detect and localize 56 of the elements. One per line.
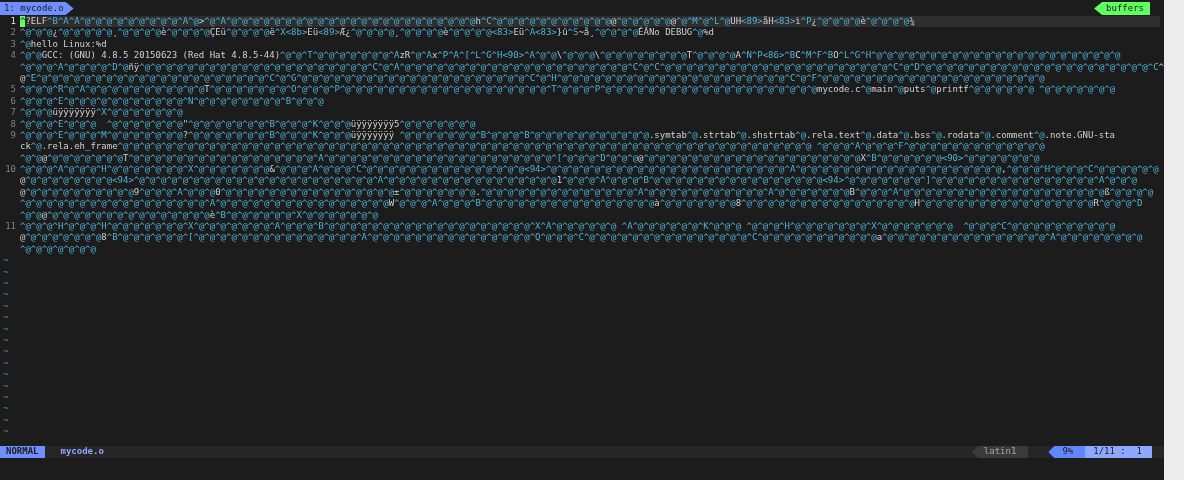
line-number: 6: [9, 95, 17, 108]
empty-line-marker: ~: [2, 403, 9, 415]
text-cursor: ^: [20, 16, 26, 28]
file-name: mycode.o: [60, 446, 104, 458]
empty-line-marker: ~: [2, 426, 9, 438]
code-line: ^@^@GCC: (GNU) 4.8.5 20150623 (Red Hat 4.8.5-44)^@^@^T^@^@^@^@^@^@^@^AzR^@^Ax^P^A^[^L^G^H<90>^A^@^@\^@^@^@\^@^@^@^@^@^@^@^@T^@^@^@^@A^N^P<86>^BC^M^F^BO^L^G^H^@^@^@^@^@^@^@^@^@^@^@^@^@^@^@^@^@^@^@^@^@^@^@: [20, 50, 1121, 62]
cursor-position: 1/11 : 1: [1085, 446, 1152, 458]
code-line: ^@^@^@üÿÿÿÿÿÿÿ^X^@^@^@^@^@^@^@: [20, 107, 183, 119]
empty-line-marker: ~: [2, 334, 9, 347]
line-number: 10: [4, 164, 17, 176]
scroll-percent: 9%: [1048, 446, 1086, 458]
code-line: ^@^@^@^R^@^A^@^@^@^@^@^@^@^@^@^@^@T^@^@^@^@^@^@^@^O^@^@^@^P^@^@^@^@^@^@^@^@^@^@^@^@^@^@^@^@^@^@^@^T^@^@^@^P^@^@^@^@^@^@^@^@^@^@^@^@^@^@^@^@^@^@^@^@mycode.c^@main^@puts^@printf^@^@^@^@^@^@ ^@^@^@^@^@^@^@: [20, 84, 1116, 96]
empty-line-marker: ~: [2, 300, 9, 313]
empty-line-marker: ~: [2, 380, 9, 392]
tab[interactable]: 1: mycode.o: [0, 2, 74, 15]
code-line: ^@^@^@^E^@^@^@^M^@^@^@^@^@^@^@?^@^@^@^@^@^@^@^B^@^@^@^K^@^@^@üÿÿÿÿÿÿÿ ^@^@^@^@^@^@^@^B^@^@^@^B^@^@^@^@^@^@^@^@^@^@^@.symtab^@.strtab^@.shstrtab^@.rela.text^@.data^@.bss^@.rodata^@.comment^@.note.GNU-sta: [20, 129, 1116, 142]
code-line: ^@hello Linux:%d: [20, 38, 107, 51]
code-line: ^@^@^@¿^@^@^@^@^@¸^@^@^@^@è^@^@^@^@ÇEü^@^@^@^@ë^X<8b>Eü<89>Æ¿^@^@^@^@¸^@^@^@^@è^@^@^@^@<83>Eü^A<83>}û^S~å¸^@^@^@^@ÉÃNo DEBUG^@%d: [20, 27, 714, 39]
empty-line-marker: ~: [2, 255, 9, 267]
code-line: ^@^@^@^A^@^@^@^H^@^@^@^@^@^@^@^X^@^@^@^@^@^@^@&^@^@^@^A^@^@^@^C^@^@^@^@^@^@^@^@^@^@^@^@^@^@^@<94>^@^@^@^@^@^@^@^@^@^@^@^@^@^@^@^@^@^@^@^@^@^@^A^@^@^@^@^@^@^@^@^@^@^@^@^@^@^@^@^@^@^@,^@^@^@^H^@^@^@^C^@^@^@^@^@^@: [20, 164, 1159, 176]
empty-line-marker: ~: [2, 414, 9, 427]
empty-line-marker: ~: [2, 312, 9, 324]
empty-line-marker: ~: [2, 266, 9, 278]
line-number: 1: [9, 16, 17, 28]
code-line: @^E^@^@^@^@^@^@^@^@^@^@^@^@^@^@^@^@^@^@^@^@^@^C^@^G^@^@^@^@^@^@^@^@^@^@^@^@^@^@^@^@^@^@^@^@^@^C^@^H^@^@^@^@^@^@^@^@^@^@^@^@^@^@^@^@^@^@^@^@^@^C^@^F^@^@^@^@^@^@^@^@^@^@^@^@^@^@^@^@^@^@^@^@^@: [20, 72, 1045, 85]
line-number: 7: [9, 107, 17, 119]
line-number: 4: [9, 50, 17, 62]
line-number: 3: [9, 38, 17, 51]
code-line: ?ELF^B^A^A^@^@^@^@^@^@^@^@^@^A^@>^@^A^@^@^@^@^@^@^@^@^@^@^@^@^@^@^@^@^@^@^@^@^@^@^@h^C^@^@^@^@^@^@^@^@^@^@^@@^@^@^@^@^@@^@^M^@^L^@UH<89>åH<83>ì^P¿^@^@^@^@è^@^@^@^@¾: [25, 16, 915, 27]
empty-line-marker: ~: [2, 391, 9, 404]
empty-line-marker: ~: [2, 323, 9, 335]
code-line: ^@^@@^@^@^@^@^@^@^@^@^@^@^@^@^@^@^@è^B^@^@^@^@^@^@^X^@^@^@^@^@^@^@: [20, 209, 378, 222]
file-encoding: latin1: [971, 446, 1029, 458]
code-line: @^@^@^@^@^@^@^@^@^@^@9^@^@^@^A^@^@^@0^@^@^@^@^@^@^@^@^@^@^@^@^@^@^@^@±^@^@^@^@^@^@^@.^@^@^@^@^@^@^@^@^@^@^@^@^@^@^A^@^@^@^@^@^@^@^@^@^@^@^A^@^@^@^@^@^@^@B^@^@^@^A^@^@^@^@^@^@^@^@^@^@^@^@^@^@^@^@^@^@^@ß^@^@^@^@: [20, 186, 1154, 199]
code-line: @^@^@^@^@^@^@^@8^B^@^@^@^@^@^@^[^@^@^@^@^@^@^@^@^@^@^@^@^@^@^@^A^@^@^@^@^@^@^@^@^@^@^@^@^@^@^@^Q^@^@^@^C^@^@^@^@^@^@^@^@^@^@^@^@^@^@^@^C^@^@^@^@^@^@^@^@^@^@^@a^@^@^@^@^@^@^@^@^@^@^@^@^@^@^@^A^@^@^@^@^@^@^@^@: [20, 232, 1143, 244]
empty-line-marker: ~: [2, 357, 9, 370]
empty-line-marker: ~: [2, 346, 9, 358]
code-line: ^@^@^@^E^@^@^@^@^@^@^@^@^@^@^@^N^@^@^@^@^@^@^@^@^B^@^@^@: [20, 95, 324, 108]
mode-indicator: NORMAL: [0, 446, 45, 458]
line-number: 11: [4, 221, 17, 233]
empty-line-marker: ~: [2, 369, 9, 381]
empty-line-marker: ~: [2, 289, 9, 301]
code-line: ^@^@^@^@^@^@^@: [20, 243, 96, 256]
line-number: 2: [9, 27, 17, 39]
buffers-label: buffers: [1094, 2, 1150, 15]
line-number: 9: [9, 129, 17, 142]
code-line: @^@^@^@^@^@^@^@^@<94>^@^@^@^@^@^@^@^@^@^@^@^@^@^@^@^@^@^@^@^@^@^@^A^@^@^@^@^@^@^@^@^@^@^@^@^@^@^@^@1^@^@^@^A^@^@^@^B^@^@^@^@^@^@^@^@^@^@^@^@^@^@^@^@<94>^@^@^@^@^@^@^@^]^@^@^@^@^@^@^@^@^@^@^@^@^@^@^@^A^@^@^@: [20, 175, 1137, 187]
code-line: ^@^@^@^@^@^@^@^@^@^@^@^@^@^@^@^@^@^A^@^@^@^@^@^@^@^@^@^@^@^@^@^@^@^@W^@^@^@^A^@^@^@^B^@^@^@^@^@^@^@^@^@^@^@^@^@^@^@^@à^@^@^@^@^@^@^@8^@^@^@^@^@^@^@^@^@^@^@^@^@^@^@^@H^@^@^@^@^@^@^@^@^@^@^@^@^@^@^@^@R^@^@^@^D: [20, 198, 1143, 210]
line-number: 8: [9, 118, 17, 130]
code-line: ck^@.rela.eh_frame^@^@^@^@^@^@^@^@^@^@^@^@^@^@^@^@^@^@^@^@^@^@^@^@^@^@^@^@^@^@^@^@^@^@^@^@^@^@^@^@^@^@^@^@^@^@^@^@^@^@^@^@^@^@^@^@^@^@^@^@^@^@^@^@ ^@^@^@^A^@^@^@^F^@^@^@^@^@^@^@^@^@^@^@^@^@: [20, 141, 1045, 153]
code-line: ^@^@^@^H^@^@^@^H^@^@^@^@^@^@^@^X^@^@^@^@^@^@^@^A^@^@^@^B^@^@^@^@^@^@^@^@^@^@^@^@^@^@^@^@^@^@^@^X^A^@^@^@^@^@^@ ^A^@^@^@^@^@^@^K^@^@^@ ^@^@^@^H^@^@^@^@^@^@^@^X^@^@^@^@^@^@^@ ^@^@^@^C^@^@^@^@^@^@^@^@^@^@: [20, 221, 1116, 233]
code-line: ^@^@^@^A^@^@^@^@^D^@ñÿ^@^@^@^@^@^@^@^@^@^@^@^@^@^@^@^@^@^@^@^@^@^C^@^A^@^@^@^@^@^@^@^@^@^@^@^@^@^@^@^@^@^@^@^@^@^C^@^C^@^@^@^@^@^@^@^@^@^@^@^@^@^@^@^@^@^@^@^@^@^C^@^D^@^@^@^@^@^@^@^@^@^@^@^@^@^@^@^@^@^@^@^@^@^C^: [20, 61, 1164, 73]
line-number: 5: [9, 84, 17, 96]
code-line: ^@^@@^@^@^@^@^@^@^@T^@^@^@^@^@^@^@^@^@^@^@^@^@^@^@^@^@^A^@^@^@^@^@^@^@^@^@^@^@^@^@^@^@^@^@^@^@^@^@^[^@^@^@^D^@^@^@@^@^@^@^@^@^@^@^@^@^@^@^@^@^@^@^@^@^@^@^@X^B^@^@^@^@^@^@<90>^@^@^@^@^@^@^@: [20, 152, 1040, 165]
code-line: ^@^@^@^E^@^@^@ ^@^@^@^@^@^@^@"^@^@^@^@^@^@^@^B^@^@^@^K^@^@^@üÿÿÿÿÿÿÿ5^@^@^@^@^@^@^@: [20, 118, 476, 130]
empty-line-marker: ~: [2, 278, 9, 290]
